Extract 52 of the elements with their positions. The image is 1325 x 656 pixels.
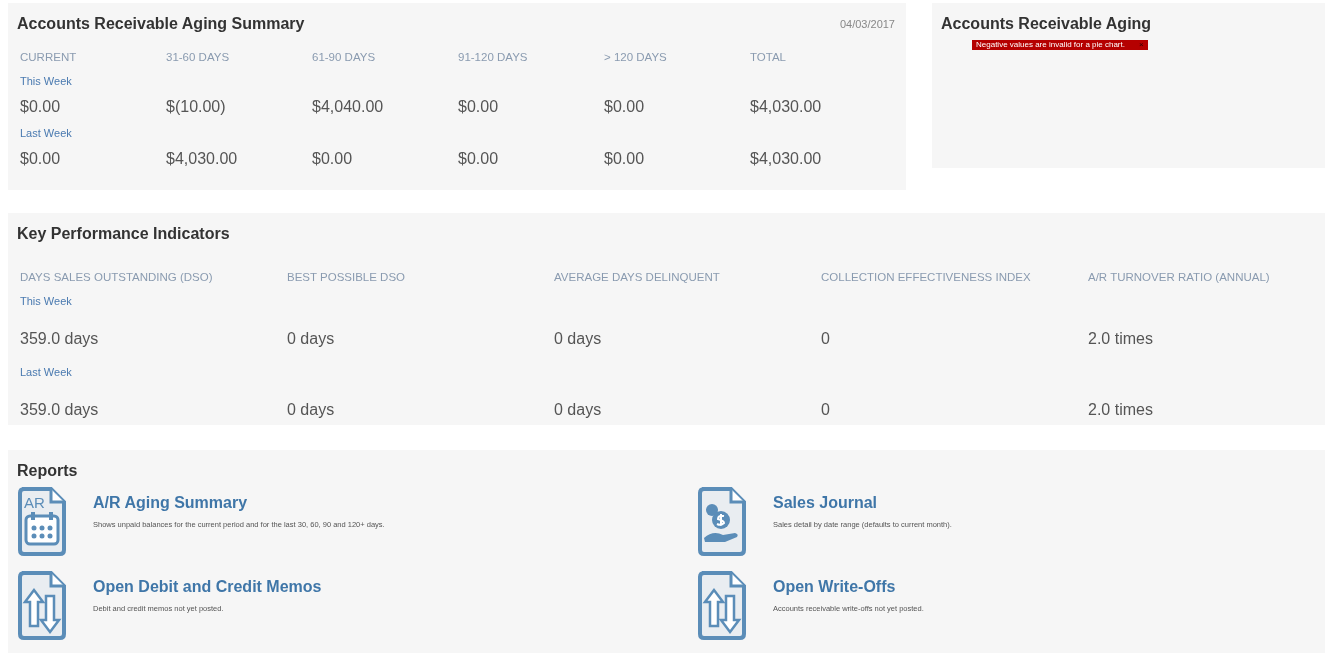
kpi-value: 0 days [554, 329, 602, 349]
amount-value: $(10.00) [166, 97, 226, 117]
amount-value: $0.00 [604, 97, 645, 117]
report-link[interactable]: Open Debit and Credit Memos [93, 578, 322, 596]
calendar-document-icon[interactable]: AR [17, 486, 67, 558]
column-header: TOTAL [750, 50, 786, 65]
kpi-value: 2.0 times [1088, 400, 1153, 420]
kpi-value: 0 [821, 400, 830, 420]
period-label: This Week [20, 74, 72, 88]
panel-title: Reports [17, 462, 79, 480]
amount-value: $0.00 [458, 149, 499, 169]
kpi-value: 0 days [554, 400, 602, 420]
column-header: 31-60 DAYS [166, 50, 230, 65]
column-header: AVERAGE DAYS DELINQUENT [554, 270, 720, 285]
kpi-value: 359.0 days [20, 400, 99, 420]
kpi-value: 0 days [287, 400, 335, 420]
column-header: 91-120 DAYS [458, 50, 528, 65]
amount-value: $0.00 [458, 97, 499, 117]
amount-value: $0.00 [20, 97, 61, 117]
report-date: 04/03/2017 [839, 18, 895, 30]
panel-title: Accounts Receivable Aging [941, 15, 1153, 33]
money-hand-document-icon[interactable] [697, 486, 747, 558]
kpi-value: 0 [821, 329, 830, 349]
kpi-value: 2.0 times [1088, 329, 1153, 349]
report-link[interactable]: Sales Journal [773, 494, 878, 512]
kpi-value: 0 days [287, 329, 335, 349]
amount-value: $4,030.00 [750, 149, 822, 169]
column-header: DAYS SALES OUTSTANDING (DSO) [20, 270, 213, 285]
close-icon[interactable]: × [1138, 40, 1144, 50]
amount-value: $4,030.00 [750, 97, 822, 117]
amount-value: $0.00 [604, 149, 645, 169]
column-header: BEST POSSIBLE DSO [287, 270, 406, 285]
panel-title: Key Performance Indicators [17, 225, 231, 243]
report-link[interactable]: A/R Aging Summary [93, 494, 248, 512]
period-label: This Week [20, 294, 72, 308]
amount-value: $0.00 [312, 149, 353, 169]
amount-value: $0.00 [20, 149, 61, 169]
up-down-arrows-document-icon[interactable] [697, 570, 747, 642]
column-header: 61-90 DAYS [312, 50, 376, 65]
amount-value: $4,030.00 [166, 149, 238, 169]
column-header: COLLECTION EFFECTIVENESS INDEX [821, 270, 1031, 285]
error-message: Negative values are invalid for a pie chart. [976, 40, 1125, 50]
period-label: Last Week [20, 126, 72, 140]
period-label: Last Week [20, 365, 72, 379]
column-header: > 120 DAYS [604, 50, 667, 65]
amount-value: $4,040.00 [312, 97, 384, 117]
column-header: CURRENT [20, 50, 77, 65]
report-link[interactable]: Open Write-Offs [773, 578, 896, 596]
column-header: A/R TURNOVER RATIO (ANNUAL) [1088, 270, 1270, 285]
panel-title: Accounts Receivable Aging Summary [17, 15, 305, 33]
kpi-value: 359.0 days [20, 329, 99, 349]
up-down-arrows-document-icon[interactable] [17, 570, 67, 642]
